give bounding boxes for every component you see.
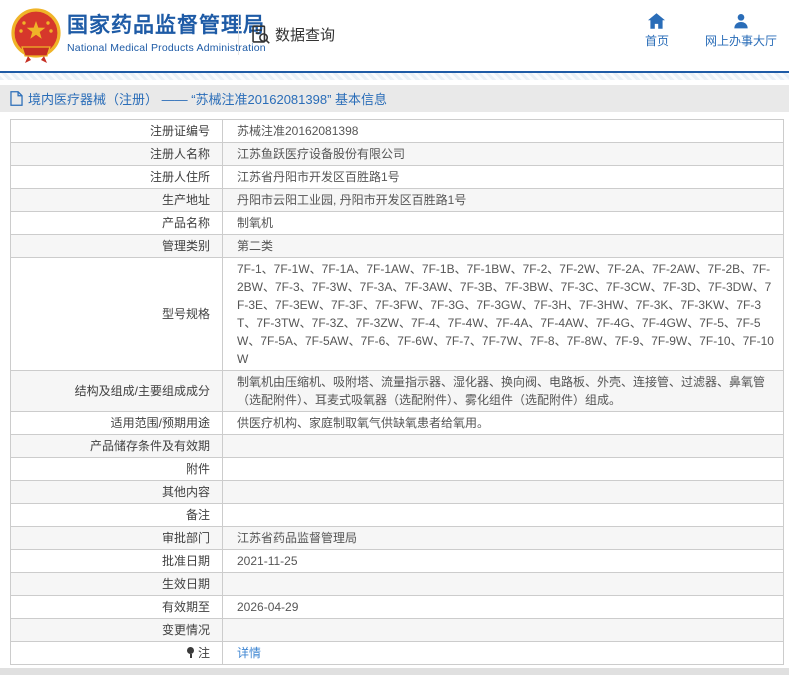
table-row: 审批部门 江苏省药品监督管理局: [10, 526, 784, 550]
row-value: [222, 618, 784, 642]
row-value: 制氧机由压缩机、吸附塔、流量指示器、湿化器、换向阀、电路板、外壳、连接管、过滤器…: [222, 370, 784, 412]
row-value: [222, 457, 784, 481]
row-label: 结构及组成/主要组成成分: [10, 370, 223, 412]
document-icon: [10, 91, 23, 106]
home-icon: [648, 13, 666, 29]
row-value: [222, 480, 784, 504]
row-label: 注册证编号: [10, 119, 223, 143]
table-row: 注册人住所 江苏省丹阳市开发区百胜路1号: [10, 165, 784, 189]
row-label: 备注: [10, 503, 223, 527]
site-title: 国家药品监督管理局: [67, 14, 265, 37]
row-label: 生产地址: [10, 188, 223, 212]
breadcrumb: 境内医疗器械（注册） —— “苏械注准20162081398” 基本信息: [0, 85, 789, 112]
row-label: 注: [10, 641, 223, 665]
row-label: 适用范围/预期用途: [10, 411, 223, 435]
brand-block: 国家药品监督管理局 National Medical Products Admi…: [67, 13, 266, 54]
national-emblem-logo: [11, 8, 61, 63]
table-row: 注详情: [10, 641, 784, 665]
hatched-strip: [0, 73, 789, 80]
row-label: 变更情况: [10, 618, 223, 642]
table-row: 结构及组成/主要组成成分 制氧机由压缩机、吸附塔、流量指示器、湿化器、换向阀、电路…: [10, 370, 784, 412]
row-label: 型号规格: [10, 257, 223, 371]
row-value: 第二类: [222, 234, 784, 258]
row-value: 制氧机: [222, 211, 784, 235]
row-value: [222, 572, 784, 596]
table-row: 产品储存条件及有效期: [10, 434, 784, 458]
footer-strip: [0, 668, 789, 675]
site-header: 国家药品监督管理局 National Medical Products Admi…: [0, 0, 789, 71]
row-label: 其他内容: [10, 480, 223, 504]
row-value: [222, 434, 784, 458]
row-label: 注册人住所: [10, 165, 223, 189]
row-value: 供医疗机构、家庭制取氧气供缺氧患者给氧用。: [222, 411, 784, 435]
table-row: 生产地址 丹阳市云阳工业园, 丹阳市开发区百胜路1号: [10, 188, 784, 212]
nav-item-service-hall[interactable]: 网上办事大厅: [705, 13, 777, 49]
row-label: 附件: [10, 457, 223, 481]
row-label: 产品名称: [10, 211, 223, 235]
nav-label: 首页: [644, 34, 669, 48]
registration-info-section: 注册证编号 苏械注准20162081398 注册人名称 江苏鱼跃医疗设备股份有限公司注…: [0, 112, 789, 665]
data-query-button[interactable]: 数据查询: [250, 24, 335, 45]
row-value: [222, 503, 784, 527]
row-label: 生效日期: [10, 572, 223, 596]
row-value: 江苏鱼跃医疗设备股份有限公司: [222, 142, 784, 166]
table-row: 批准日期 2021-11-25: [10, 549, 784, 573]
table-row: 注册人名称 江苏鱼跃医疗设备股份有限公司: [10, 142, 784, 166]
registration-info-table: 注册证编号 苏械注准20162081398 注册人名称 江苏鱼跃医疗设备股份有限公司注…: [10, 119, 784, 665]
row-label: 批准日期: [10, 549, 223, 573]
row-value: 苏械注准20162081398: [222, 119, 784, 143]
row-value: 2026-04-29: [222, 595, 784, 619]
table-row: 注册证编号 苏械注准20162081398: [10, 119, 784, 143]
info-table-body: 注册证编号 苏械注准20162081398 注册人名称 江苏鱼跃医疗设备股份有限公司注…: [10, 119, 784, 665]
row-value: 丹阳市云阳工业园, 丹阳市开发区百胜路1号: [222, 188, 784, 212]
row-value: 2021-11-25: [222, 549, 784, 573]
table-row: 生效日期: [10, 572, 784, 596]
table-row: 适用范围/预期用途 供医疗机构、家庭制取氧气供缺氧患者给氧用。: [10, 411, 784, 435]
table-row: 其他内容: [10, 480, 784, 504]
breadcrumb-text: 境内医疗器械（注册） —— “苏械注准20162081398” 基本信息: [28, 92, 388, 107]
table-row: 变更情况: [10, 618, 784, 642]
row-label: 注册人名称: [10, 142, 223, 166]
table-row: 有效期至 2026-04-29: [10, 595, 784, 619]
table-row: 附件: [10, 457, 784, 481]
row-value: 7F-1、7F-1W、7F-1A、7F-1AW、7F-1B、7F-1BW、7F-…: [222, 257, 784, 371]
row-value: 江苏省药品监督管理局: [222, 526, 784, 550]
data-query-label: 数据查询: [275, 27, 336, 44]
row-label: 产品储存条件及有效期: [10, 434, 223, 458]
nav-label: 网上办事大厅: [704, 34, 777, 48]
row-label: 审批部门: [10, 526, 223, 550]
header-divider: [238, 15, 239, 55]
nav-item-home[interactable]: 首页: [637, 13, 677, 49]
row-label: 有效期至: [10, 595, 223, 619]
table-row: 管理类别 第二类: [10, 234, 784, 258]
table-row: 型号规格 7F-1、7F-1W、7F-1A、7F-1AW、7F-1B、7F-1BW…: [10, 257, 784, 371]
note-icon: [187, 647, 195, 658]
row-label: 管理类别: [10, 234, 223, 258]
user-icon: [734, 14, 748, 29]
row-value: 江苏省丹阳市开发区百胜路1号: [222, 165, 784, 189]
table-row: 产品名称 制氧机: [10, 211, 784, 235]
site-subtitle: National Medical Products Administration: [67, 42, 266, 54]
row-value: 详情: [222, 641, 784, 665]
top-nav: 首页 网上办事大厅: [637, 13, 777, 49]
detail-link[interactable]: 详情: [237, 646, 261, 660]
document-search-icon: [252, 25, 270, 44]
table-row: 备注: [10, 503, 784, 527]
